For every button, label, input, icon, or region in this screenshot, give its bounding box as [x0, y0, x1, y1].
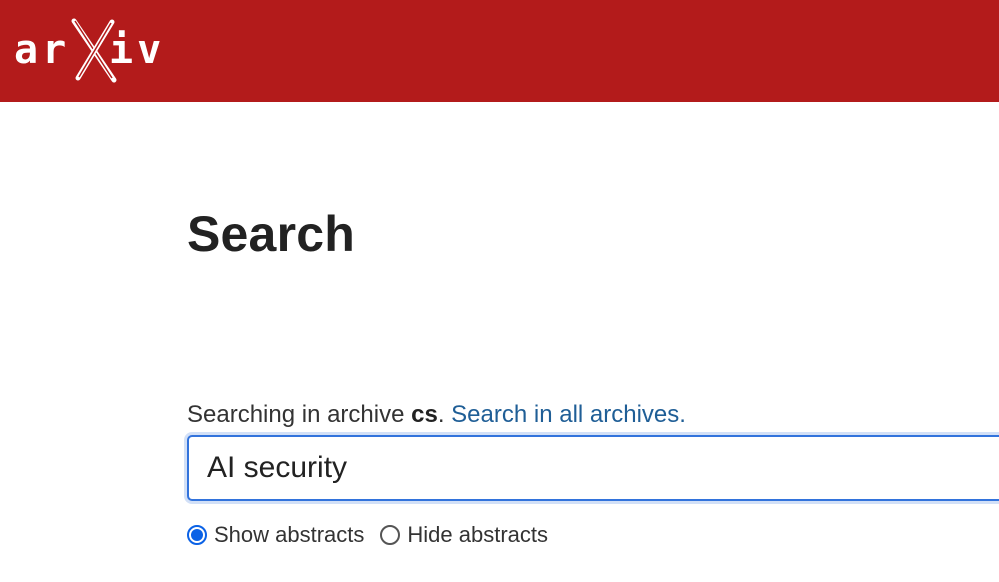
svg-text:ar: ar [14, 27, 70, 73]
arxiv-logo-icon: ar iv [14, 18, 165, 83]
page-title: Search [187, 206, 355, 262]
abstract-toggle-group: Show abstracts Hide abstracts [187, 522, 548, 548]
search-input[interactable] [187, 435, 999, 501]
hide-abstracts-label: Hide abstracts [407, 522, 549, 547]
arxiv-logo[interactable]: ar iv [14, 16, 169, 86]
search-all-archives-link[interactable]: Search in all archives. [451, 401, 686, 428]
show-abstracts-radio[interactable] [187, 525, 207, 545]
hide-abstracts-option[interactable]: Hide abstracts [380, 522, 548, 548]
hide-abstracts-radio[interactable] [380, 525, 401, 545]
archive-notice-separator: . [437, 401, 452, 428]
show-abstracts-option[interactable]: Show abstracts [187, 522, 364, 548]
archive-notice-prefix: Searching in archive [187, 401, 412, 428]
show-abstracts-label: Show abstracts [214, 522, 365, 547]
site-header: ar iv [0, 0, 999, 102]
archive-notice: Searching in archive cs. Search in all a… [187, 401, 686, 429]
archive-name: cs [411, 401, 438, 428]
svg-text:iv: iv [109, 27, 165, 73]
